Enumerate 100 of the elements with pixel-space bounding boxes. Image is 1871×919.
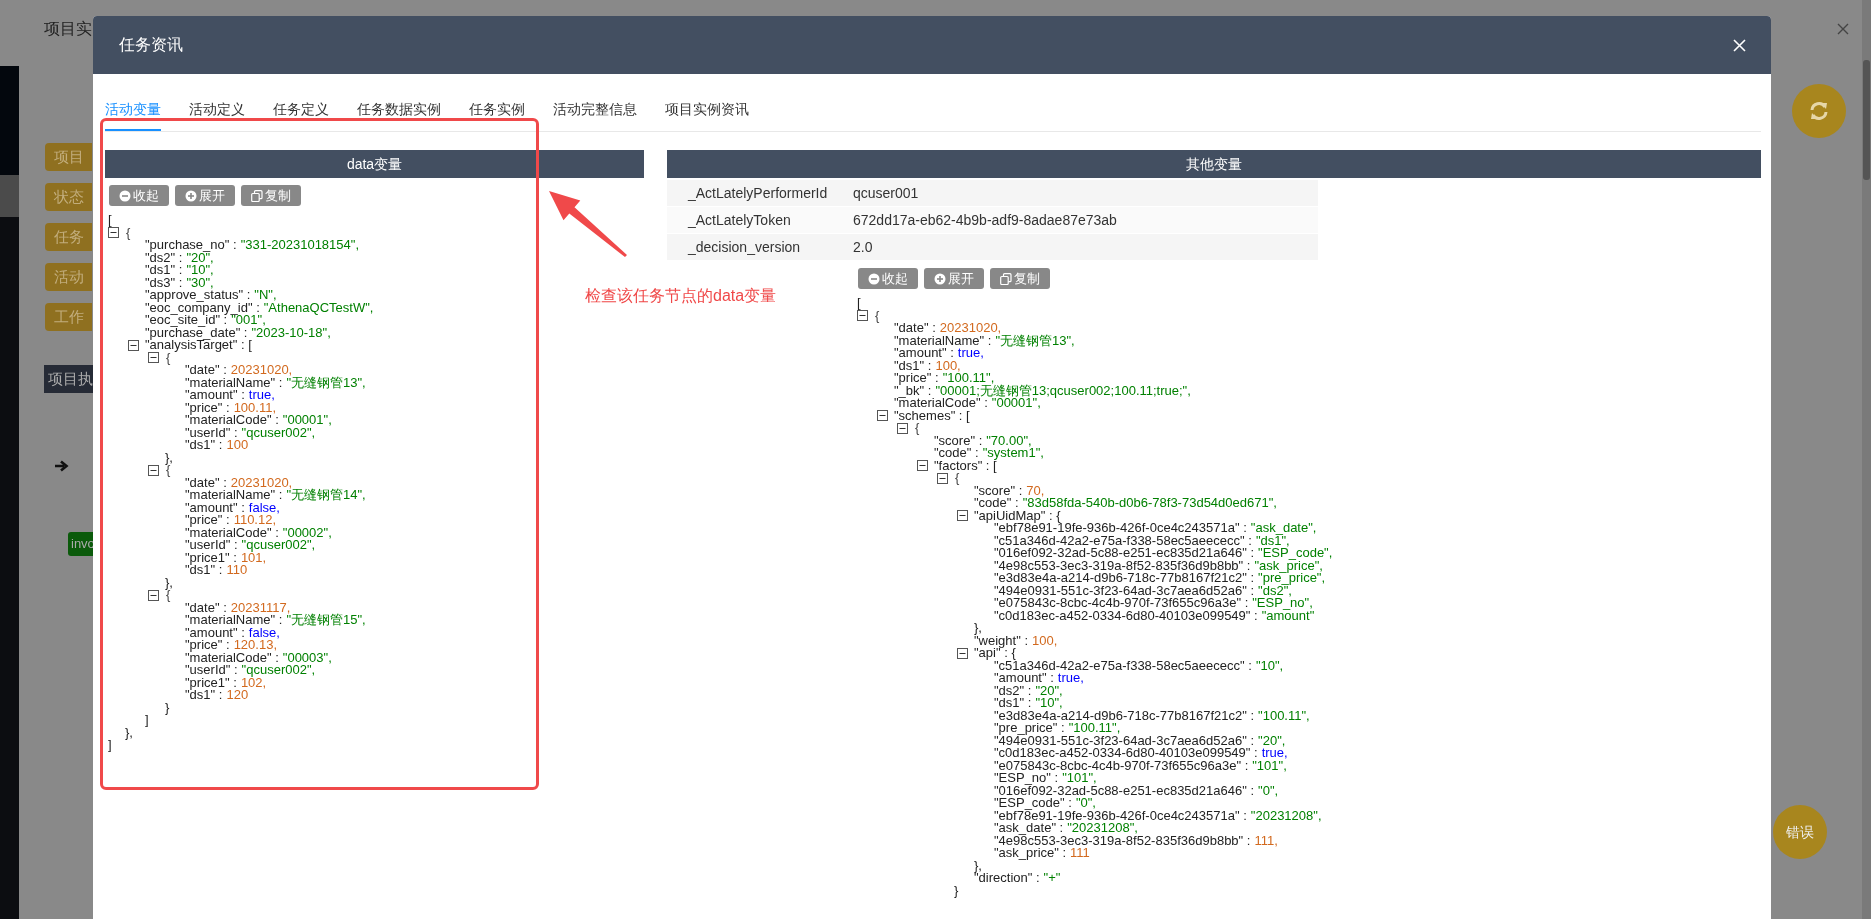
tab[interactable]: 活动完整信息 (553, 99, 637, 131)
nav-button[interactable]: 项目 (45, 143, 92, 171)
json-key: "016ef092-32ad-5c88-e251-ec835d21a646" : (994, 547, 1255, 560)
json-value: "N", (254, 289, 277, 302)
json-bracket: [ (108, 214, 112, 227)
collapse-icon[interactable] (877, 410, 888, 422)
nav-button[interactable]: 活动 (45, 263, 92, 291)
json-value: "0", (1258, 784, 1279, 797)
json-key: "c51a346d-42a2-e75a-f338-58ec5aeececc" : (994, 659, 1252, 672)
json-key: "materialCode" : (185, 651, 279, 664)
json-value: 101, (240, 551, 267, 564)
json-key: "materialName" : (894, 334, 992, 347)
json-value: "+" (1043, 872, 1061, 885)
json-value: "2023-10-18", (251, 326, 331, 339)
copy-button[interactable]: 复制 (241, 185, 301, 206)
arrow-icon (55, 460, 69, 472)
json-key: "eoc_company_id" : (145, 301, 260, 314)
json-key: "apiUidMap" : { (974, 509, 1061, 522)
tab[interactable]: 任务实例 (469, 99, 525, 131)
json-value: "ds2", (1258, 584, 1292, 597)
json-value: "pre_price", (1258, 572, 1326, 585)
json-value: "100.11", (1068, 722, 1121, 735)
json-value: "001", (231, 314, 266, 327)
json-key: "materialName" : (185, 614, 283, 627)
json-bracket: } (954, 884, 959, 897)
json-key: "date" : (185, 476, 227, 489)
collapse-button[interactable]: 收起 (858, 268, 918, 289)
nav-button[interactable]: 状态 (45, 183, 92, 211)
json-key: "ds1" : (994, 697, 1032, 710)
json-key: "purchase_no" : (145, 239, 237, 252)
json-value: "ESP_code", (1258, 547, 1333, 560)
copy-button[interactable]: 复制 (990, 268, 1050, 289)
json-key: "amount" : (894, 347, 954, 360)
json-value: 120 (226, 689, 249, 702)
json-value: 102, (240, 676, 267, 689)
collapse-icon[interactable] (108, 227, 119, 239)
json-value: "00001", (282, 414, 332, 427)
variable-name: _ActLatelyToken (688, 210, 792, 230)
json-key: "schemes" : [ (894, 409, 970, 422)
nav-button[interactable]: 工作 (45, 303, 92, 331)
collapse-icon[interactable] (897, 422, 908, 434)
json-value: "0", (1075, 797, 1096, 810)
json-value: 110.12, (233, 514, 277, 527)
json-key: "userId" : (185, 539, 238, 552)
json-value: true, (1057, 672, 1084, 685)
json-key: "date" : (185, 364, 227, 377)
tab[interactable]: 任务定义 (273, 99, 329, 131)
json-key: "494e0931-551c-3f23-64ad-3c7aea6d52a6" : (994, 734, 1255, 747)
nav-button[interactable]: 任务 (45, 223, 92, 251)
json-value: "10", (1255, 659, 1284, 672)
json-bracket: }, (974, 622, 982, 635)
collapse-icon[interactable] (917, 460, 928, 472)
json-key: "ds1" : (185, 689, 223, 702)
tab[interactable]: 活动定义 (189, 99, 245, 131)
json-value: 111 (1070, 847, 1090, 860)
json-value: "ESP_no", (1252, 597, 1313, 610)
error-button[interactable]: 错误 (1773, 805, 1827, 859)
tab[interactable]: 活动变量 (105, 99, 161, 131)
json-key: "price" : (894, 372, 939, 385)
collapse-icon[interactable] (128, 339, 139, 351)
collapse-icon[interactable] (857, 310, 868, 322)
expand-button[interactable]: 展开 (175, 185, 235, 206)
json-value: 20231020, (230, 364, 293, 377)
expand-button[interactable]: 展开 (924, 268, 984, 289)
json-key: "ds2" : (145, 251, 183, 264)
json-value: "101", (1252, 759, 1287, 772)
json-key: "userId" : (185, 426, 238, 439)
tab[interactable]: 项目实例资讯 (665, 99, 749, 131)
json-key: "ds1" : (894, 359, 932, 372)
collapse-icon[interactable] (957, 647, 968, 659)
json-key: "price" : (185, 401, 230, 414)
collapse-icon[interactable] (957, 510, 968, 522)
collapse-icon[interactable] (148, 352, 159, 364)
json-key: "ds1" : (145, 264, 183, 277)
json-value: 100, (1032, 634, 1058, 647)
collapse-icon[interactable] (148, 464, 159, 476)
json-value: "00002", (282, 526, 332, 539)
json-value: 20231117, (230, 601, 291, 614)
json-key: "4e98c553-3ec3-319a-8f52-835f36d9b8bb" : (994, 834, 1251, 847)
json-value: "qcuser002", (241, 539, 316, 552)
json-key: "ESP_no" : (994, 772, 1059, 785)
json-key: "e3d83e4a-a214-d9b6-718c-77b8167f21c2" : (994, 709, 1255, 722)
json-key: "amount" : (994, 672, 1054, 685)
json-bracket: { (166, 464, 171, 477)
json-value: "20", (186, 251, 214, 264)
variable-value: 672dd17a-eb62-4b9b-adf9-8adae87e73ab (853, 210, 1117, 230)
json-key: "score" : (974, 484, 1023, 497)
json-key: "materialName" : (185, 489, 283, 502)
json-value: "ask_date", (1250, 522, 1317, 535)
json-value: 120.13, (233, 639, 277, 652)
json-bracket: { (875, 309, 880, 322)
collapse-icon[interactable] (148, 589, 159, 601)
tab[interactable]: 任务数据实例 (357, 99, 441, 131)
collapse-icon[interactable] (937, 472, 948, 484)
variable-value: qcuser001 (853, 183, 919, 203)
collapse-button[interactable]: 收起 (109, 185, 169, 206)
panel-header: 其他变量 (667, 150, 1761, 178)
json-key: "c51a346d-42a2-e75a-f338-58ec5aeececc" : (994, 534, 1252, 547)
json-value: 20231020, (939, 322, 1002, 335)
scrollbar[interactable] (1863, 60, 1870, 180)
